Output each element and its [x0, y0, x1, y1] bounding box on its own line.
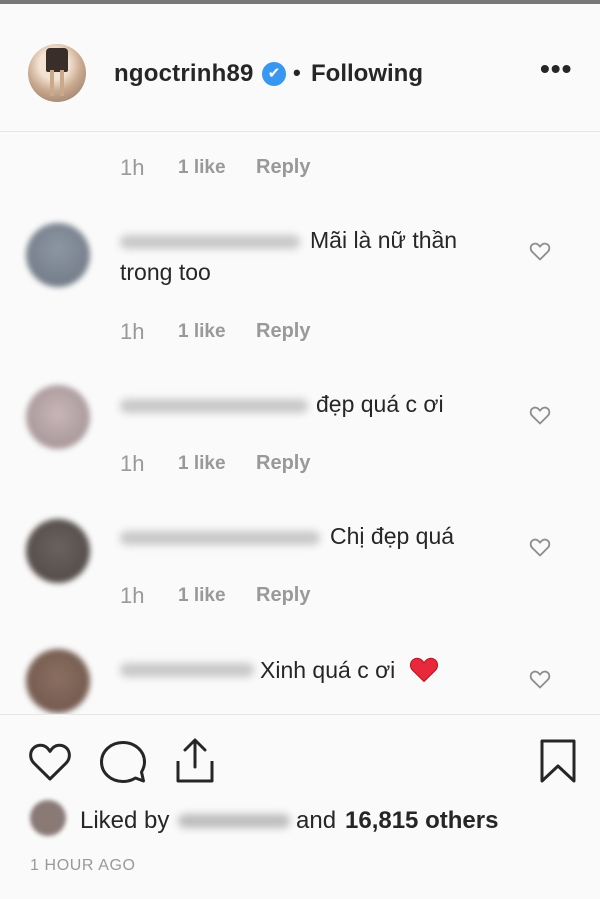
comment-text-continued: trong too	[120, 259, 211, 285]
post-header: ngoctrinh89 ✔ • Following •••	[0, 4, 600, 132]
comment-heart-icon[interactable]	[528, 239, 552, 263]
comment-likes-button[interactable]: 1 like	[178, 453, 226, 475]
comment-meta: 1h 1 like Reply	[120, 319, 380, 349]
comment-reply-button[interactable]: Reply	[256, 452, 310, 475]
comment-time: 1h	[120, 451, 145, 476]
red-heart-emoji-icon	[409, 657, 439, 683]
more-options-icon: •••	[540, 53, 573, 84]
comment-heart-icon[interactable]	[528, 403, 552, 427]
comments-list[interactable]: 1h 1 like Reply Mãi là nữ thần trong too…	[0, 133, 600, 713]
comment-time: 1h	[120, 155, 145, 180]
following-button[interactable]: Following	[311, 60, 423, 88]
commenter-username[interactable]	[120, 235, 300, 249]
verified-badge-icon: ✔	[262, 62, 286, 86]
comment-reply-button[interactable]: Reply	[256, 156, 310, 179]
comment-text: Xinh quá c ơi	[260, 657, 396, 683]
comment-likes-button[interactable]: 1 like	[178, 157, 226, 179]
comment-time: 1h	[120, 319, 145, 344]
liker-username[interactable]	[178, 814, 290, 828]
bookmark-icon[interactable]	[538, 737, 578, 785]
comment-reply-button[interactable]: Reply	[256, 584, 310, 607]
liked-and-label: and	[296, 807, 337, 834]
commenter-avatar[interactable]	[26, 649, 90, 713]
comment-icon[interactable]	[98, 738, 148, 786]
profile-avatar[interactable]	[28, 44, 86, 102]
header-separator: •	[293, 60, 301, 85]
commenter-avatar[interactable]	[26, 223, 90, 287]
comment-meta: 1h 1 like Reply	[120, 155, 380, 185]
comment-text: đẹp quá c ơi	[316, 391, 444, 417]
comment-heart-icon[interactable]	[528, 535, 552, 559]
comment-text: Mãi là nữ thần	[310, 227, 458, 253]
comment-likes-button[interactable]: 1 like	[178, 585, 226, 607]
commenter-username[interactable]	[120, 531, 320, 545]
commenter-avatar[interactable]	[26, 519, 90, 583]
commenter-username[interactable]	[120, 663, 254, 677]
likes-count-link[interactable]: 16,815 others	[345, 807, 498, 835]
post-timestamp: 1 HOUR AGO	[30, 857, 136, 874]
profile-username[interactable]: ngoctrinh89	[114, 60, 254, 88]
comment-reply-button[interactable]: Reply	[256, 320, 310, 343]
comment-likes-button[interactable]: 1 like	[178, 321, 226, 343]
liker-avatar[interactable]	[30, 800, 66, 836]
comment-time: 1h	[120, 583, 145, 608]
comment-text: Chị đẹp quá	[330, 523, 455, 549]
comment-meta: 1h 1 like Reply	[120, 583, 380, 613]
liked-by-label: Liked by	[80, 807, 170, 834]
commenter-username[interactable]	[120, 399, 308, 413]
heart-icon[interactable]	[26, 738, 74, 784]
share-icon[interactable]	[172, 737, 218, 785]
comment-meta: 1h 1 like Reply	[120, 451, 380, 481]
comment-heart-icon[interactable]	[528, 667, 552, 691]
commenter-avatar[interactable]	[26, 385, 90, 449]
more-options-button[interactable]: •••	[540, 55, 576, 83]
